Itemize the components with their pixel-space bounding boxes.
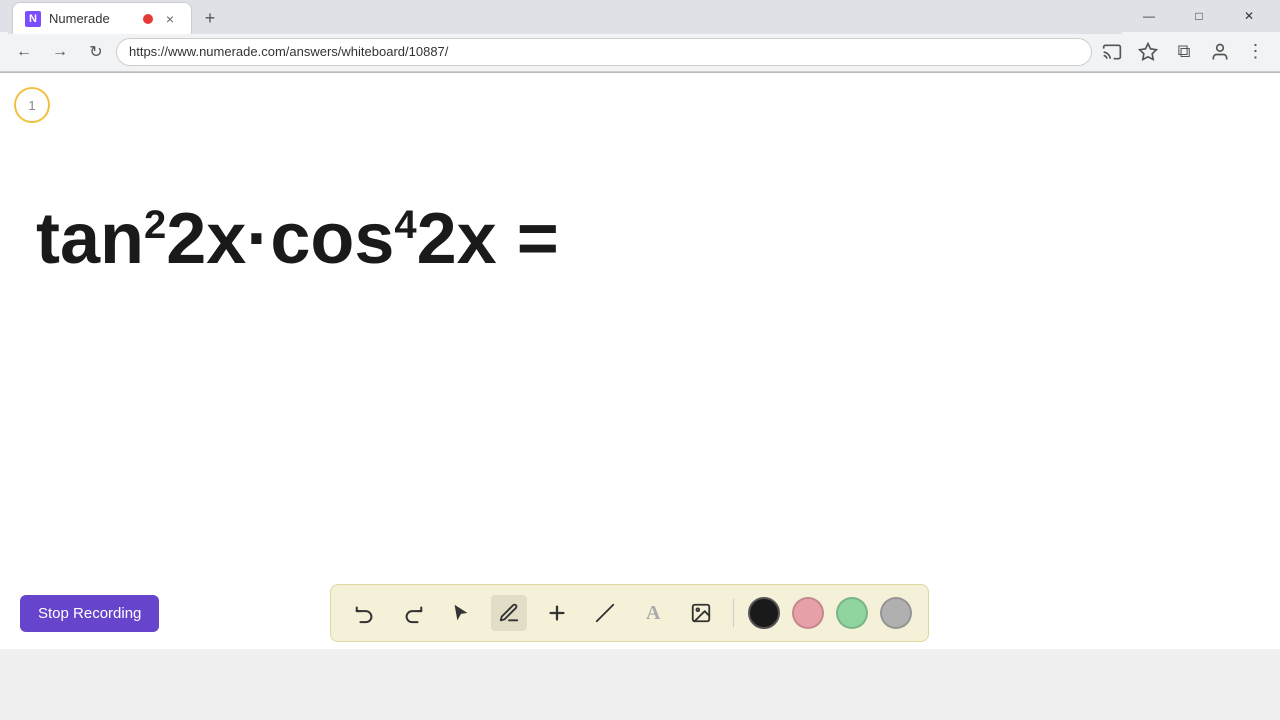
math-expression: tan22x·cos42x = xyxy=(36,203,559,275)
eraser-icon xyxy=(594,602,616,624)
nav-bar: ← → ↻ https://www.numerade.com/answers/w… xyxy=(0,32,1280,72)
back-icon: ← xyxy=(16,43,32,61)
cast-icon-button[interactable] xyxy=(1096,36,1128,68)
more-icon: ⋮ xyxy=(1247,41,1266,62)
url-text: https://www.numerade.com/answers/whitebo… xyxy=(129,44,448,59)
math-text: tan22x·cos42x = xyxy=(36,199,559,279)
refresh-button[interactable]: ↻ xyxy=(80,36,112,68)
color-black-button[interactable] xyxy=(748,597,780,629)
eraser-tool-button[interactable] xyxy=(587,595,623,631)
extensions-icon-button[interactable]: ⧉ xyxy=(1168,36,1200,68)
redo-button[interactable] xyxy=(395,595,431,631)
color-green-button[interactable] xyxy=(836,597,868,629)
recording-indicator-dot xyxy=(143,14,153,24)
window-controls: — □ ✕ xyxy=(1126,0,1272,32)
whiteboard-canvas[interactable]: 1 tan22x·cos42x = Stop Recording xyxy=(0,73,1280,649)
tab-title: Numerade xyxy=(49,11,135,26)
new-tab-button[interactable]: + xyxy=(196,4,224,32)
image-insert-button[interactable] xyxy=(683,595,719,631)
tab-bar: N Numerade × + xyxy=(8,0,1122,34)
cast-icon xyxy=(1102,42,1122,62)
pen-tool-button[interactable] xyxy=(491,595,527,631)
maximize-button[interactable]: □ xyxy=(1176,0,1222,32)
color-gray-button[interactable] xyxy=(880,597,912,629)
account-icon-button[interactable] xyxy=(1204,36,1236,68)
refresh-icon: ↻ xyxy=(89,42,102,62)
step-number: 1 xyxy=(28,98,35,113)
bookmark-icon-button[interactable] xyxy=(1132,36,1164,68)
close-button[interactable]: ✕ xyxy=(1226,0,1272,32)
address-bar[interactable]: https://www.numerade.com/answers/whitebo… xyxy=(116,38,1092,66)
browser-chrome: N Numerade × + — □ ✕ ← → ↻ https://www.n… xyxy=(0,0,1280,73)
undo-button[interactable] xyxy=(347,595,383,631)
tab-favicon: N xyxy=(25,11,41,27)
text-tool-button[interactable]: A xyxy=(635,595,671,631)
step-indicator: 1 xyxy=(14,87,50,123)
undo-icon xyxy=(354,602,376,624)
back-button[interactable]: ← xyxy=(8,36,40,68)
forward-icon: → xyxy=(52,43,68,61)
pointer-icon xyxy=(450,602,472,624)
more-options-button[interactable]: ⋮ xyxy=(1240,36,1272,68)
bottom-bar: Stop Recording xyxy=(0,577,1280,649)
add-icon xyxy=(546,602,568,624)
forward-button[interactable]: → xyxy=(44,36,76,68)
account-icon xyxy=(1210,42,1230,62)
image-icon xyxy=(690,602,712,624)
add-element-button[interactable] xyxy=(539,595,575,631)
bookmark-icon xyxy=(1138,42,1158,62)
active-tab[interactable]: N Numerade × xyxy=(12,2,192,34)
color-pink-button[interactable] xyxy=(792,597,824,629)
stop-recording-button[interactable]: Stop Recording xyxy=(20,595,159,632)
toolbar-separator xyxy=(733,599,734,627)
browser-nav-icons: ⧉ ⋮ xyxy=(1096,36,1272,68)
redo-icon xyxy=(402,602,424,624)
drawing-toolbar: A xyxy=(330,584,929,642)
text-icon: A xyxy=(646,602,660,625)
pen-icon xyxy=(498,602,520,624)
select-tool-button[interactable] xyxy=(443,595,479,631)
title-bar: N Numerade × + — □ ✕ xyxy=(0,0,1280,32)
minimize-button[interactable]: — xyxy=(1126,0,1172,32)
tab-close-button[interactable]: × xyxy=(161,10,179,28)
